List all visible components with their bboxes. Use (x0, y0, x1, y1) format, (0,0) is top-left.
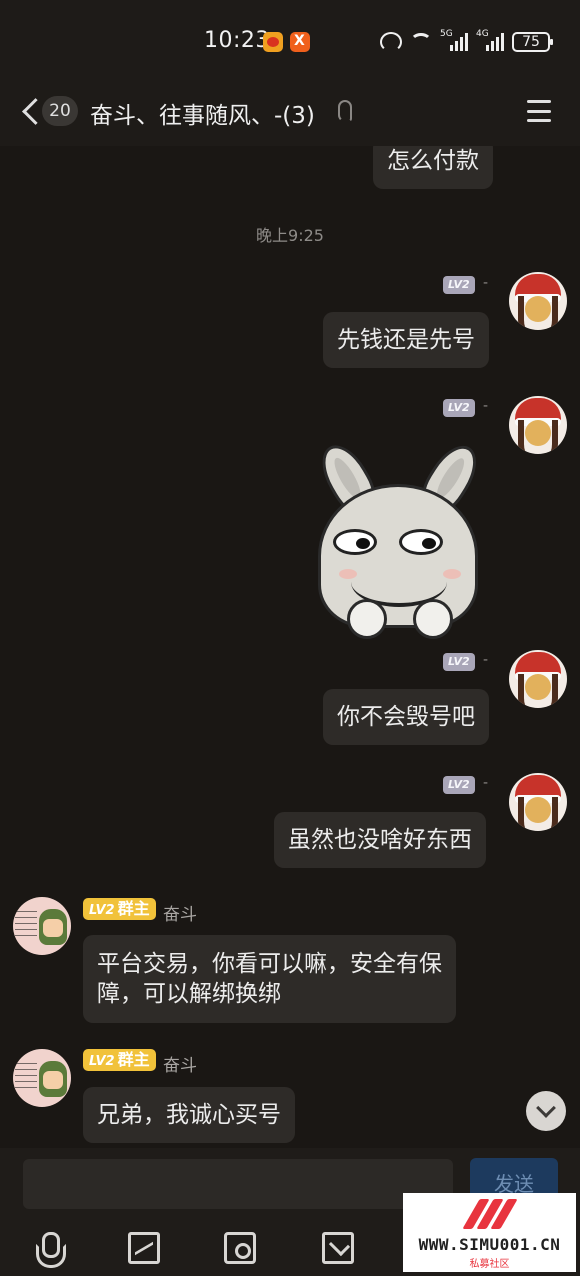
level-badge: LV2 (443, 276, 475, 294)
avatar[interactable] (509, 272, 567, 330)
message-bubble[interactable]: 怎么付款 (373, 146, 493, 189)
signal-5g-icon: 5G (440, 29, 468, 51)
message-bubble[interactable]: 虽然也没啥好东西 (274, 812, 486, 868)
level-badge: LV2 (443, 399, 475, 417)
message-list[interactable]: 怎么付款 晚上9:25 LV2 - 先钱还是先号 LV2 - LV2 - 你不会… (0, 146, 580, 1148)
wifi-icon (410, 33, 432, 51)
back-arrow-icon[interactable] (20, 98, 40, 126)
speedometer-icon (380, 32, 402, 52)
signal-4g-icon: 4G (476, 29, 504, 51)
watermark: WWW.SIMU001.CN 私募社区 (403, 1193, 576, 1272)
sender-name: - (483, 775, 489, 791)
gift-icon[interactable] (322, 1232, 354, 1264)
chat-header: 20 奋斗、往事随风、-(3) (0, 80, 580, 146)
battery-indicator: 75 (512, 32, 553, 52)
message-bubble[interactable]: 你不会毁号吧 (323, 689, 489, 745)
watermark-url: WWW.SIMU001.CN (418, 1235, 561, 1254)
avatar[interactable] (509, 396, 567, 454)
camera-icon[interactable] (224, 1232, 256, 1264)
unread-count-badge[interactable]: 20 (42, 96, 78, 126)
level-badge: LV2 (443, 776, 475, 794)
weibo-icon (263, 32, 283, 52)
sender-name: 奋斗 (163, 1056, 197, 1076)
avatar[interactable] (13, 897, 71, 955)
message-bubble[interactable]: 先钱还是先号 (323, 312, 489, 368)
level-badge: LV2 (443, 653, 475, 671)
sender-name: - (483, 275, 489, 291)
group-owner-badge: LV2 群主 (83, 1049, 156, 1071)
message-bubble[interactable]: 平台交易，你看可以嘛，安全有保 障，可以解绑换绑 (83, 935, 456, 1023)
message-bubble[interactable]: 兄弟，我诚心买号 (83, 1087, 295, 1143)
chat-title: 奋斗、往事随风、-(3) (90, 103, 315, 129)
rabbit-sticker[interactable] (312, 436, 487, 639)
timestamp: 晚上9:25 (256, 226, 324, 245)
message-input[interactable] (23, 1159, 453, 1209)
menu-icon[interactable] (527, 100, 551, 122)
watermark-logo (462, 1199, 518, 1229)
earpiece-mode-icon (338, 100, 352, 122)
sender-name: 奋斗 (163, 905, 197, 925)
scroll-down-icon[interactable] (526, 1091, 566, 1131)
avatar[interactable] (509, 650, 567, 708)
sender-name: - (483, 652, 489, 668)
app-notification-icon (290, 32, 310, 52)
image-icon[interactable] (128, 1232, 160, 1264)
status-icons: 5G 4G 75 (380, 29, 553, 54)
avatar[interactable] (13, 1049, 71, 1107)
watermark-subtitle: 私募社区 (469, 1259, 510, 1270)
sender-name: - (483, 398, 489, 414)
status-bar: 10:23 5G 4G 75 (0, 0, 580, 80)
microphone-icon[interactable] (32, 1232, 66, 1268)
group-owner-badge: LV2 群主 (83, 898, 156, 920)
avatar[interactable] (509, 773, 567, 831)
status-time: 10:23 (204, 28, 270, 53)
